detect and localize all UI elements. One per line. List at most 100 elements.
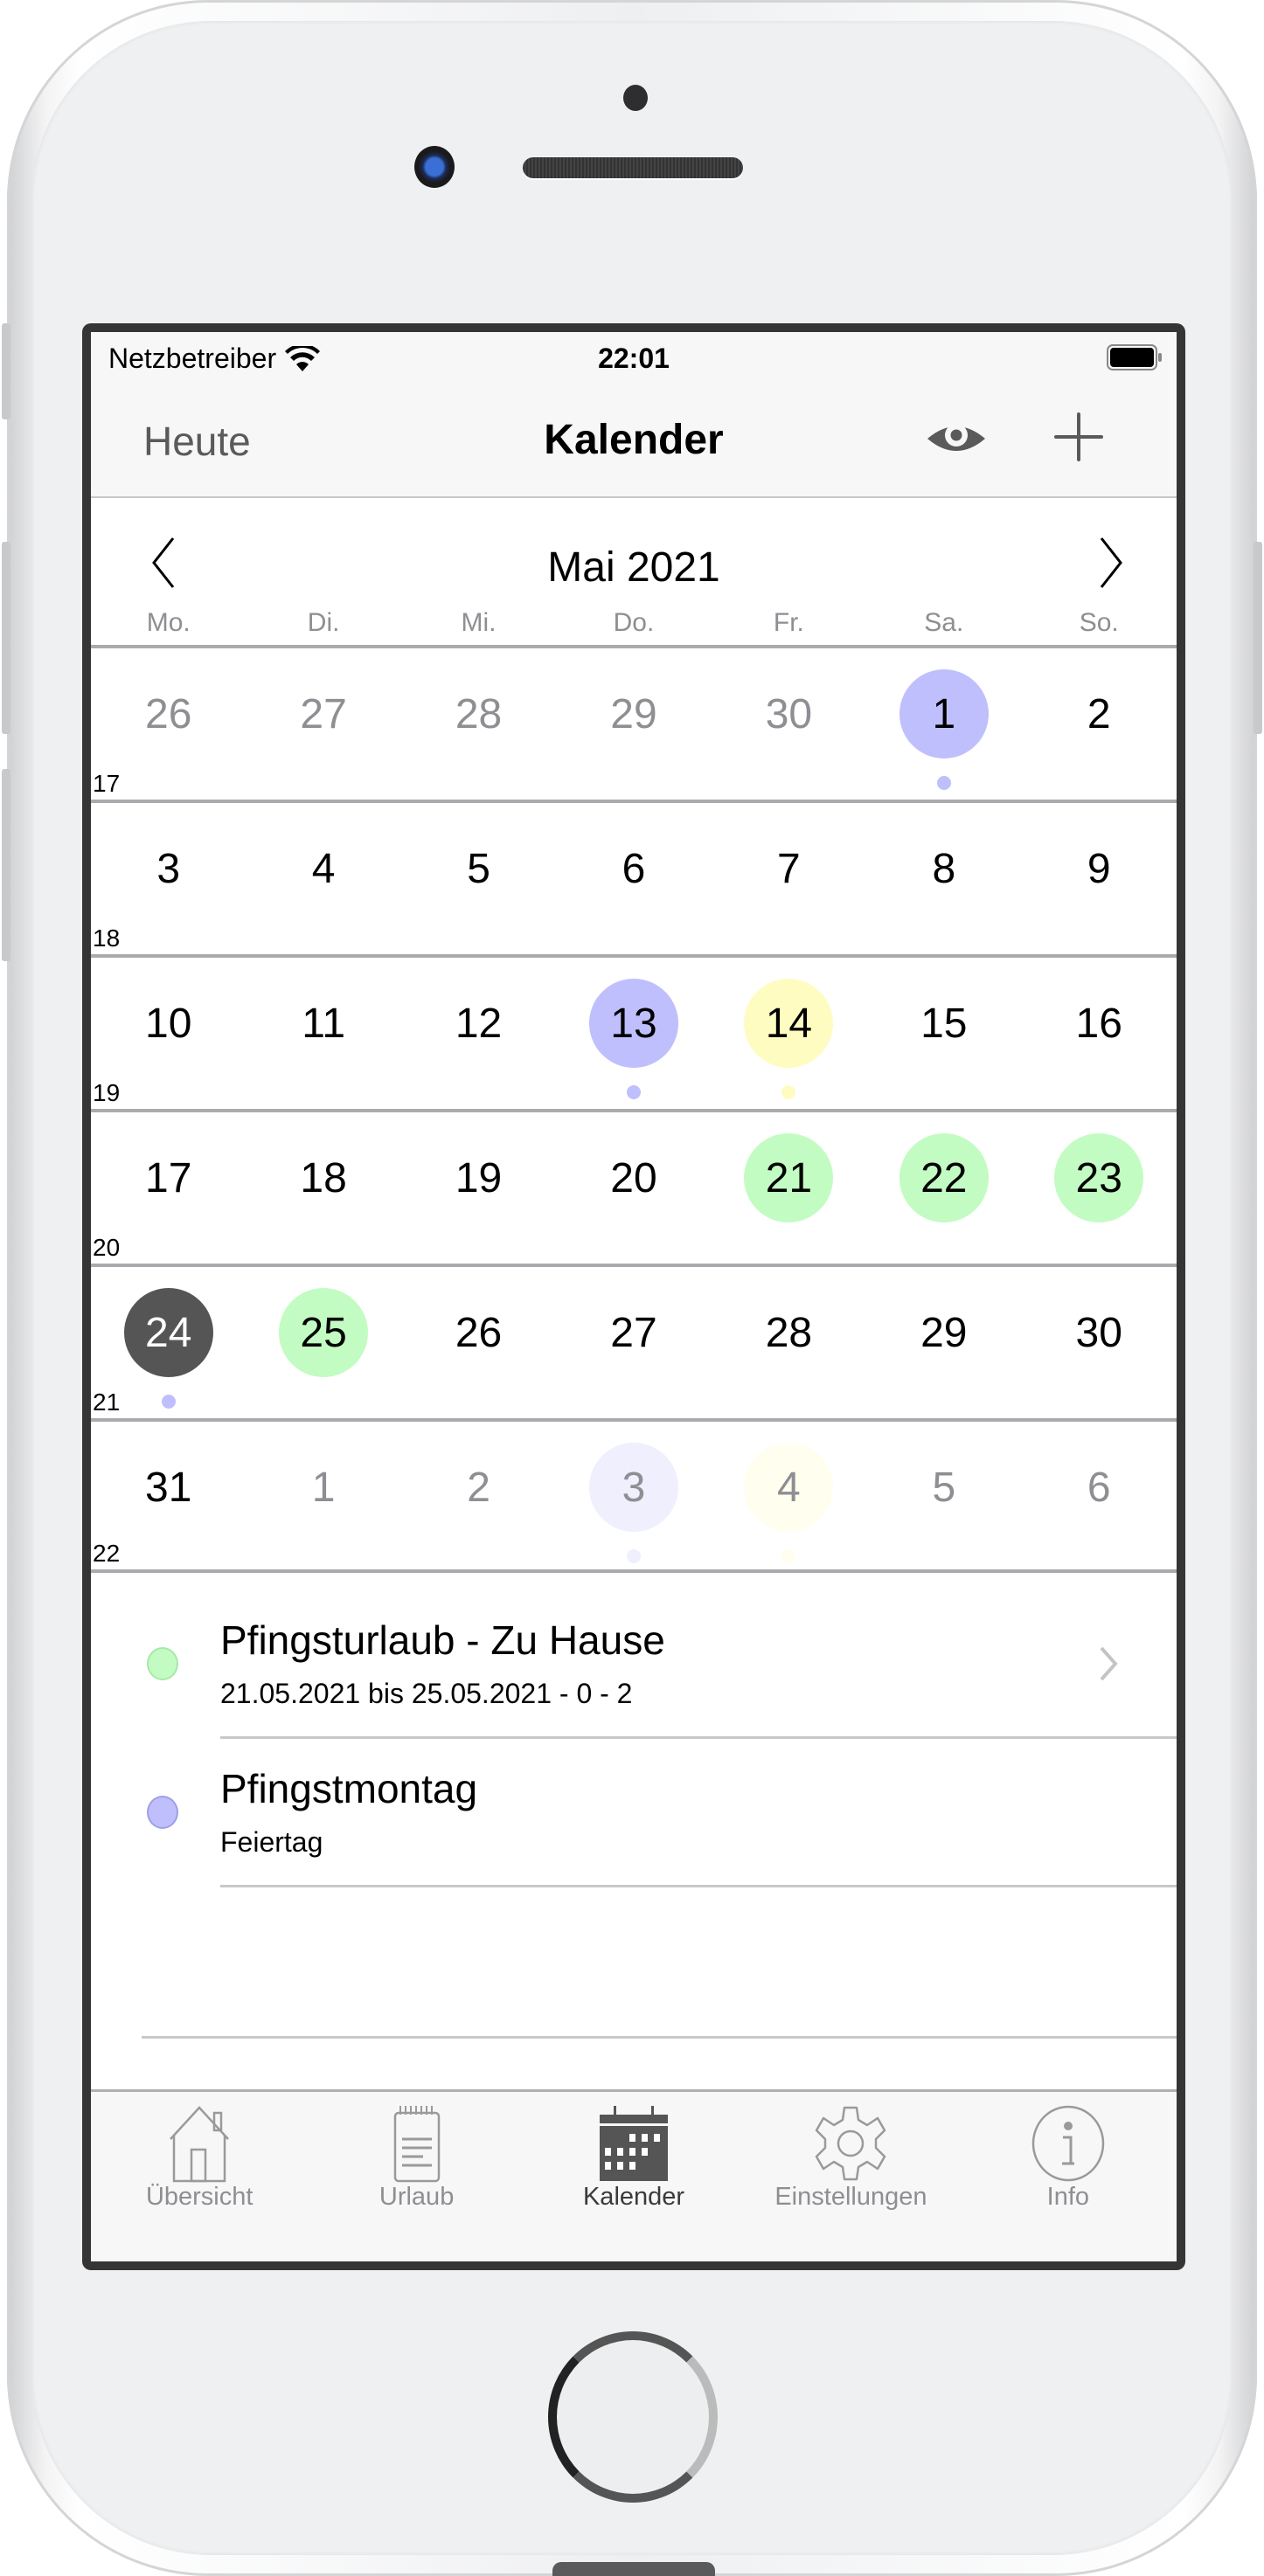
calendar-day[interactable]: 29 [866, 1267, 1021, 1418]
calendar-day[interactable]: 25 [246, 1267, 400, 1418]
today-button[interactable]: Heute [143, 418, 251, 465]
calendar-day[interactable]: 13 [556, 958, 711, 1109]
day-number: 30 [765, 690, 813, 737]
calendar-day[interactable]: 24 [91, 1267, 246, 1418]
event-subtitle: Feiertag [220, 1826, 323, 1858]
calendar-day[interactable]: 6 [1022, 1422, 1177, 1569]
calendar-day[interactable]: 19 [401, 1112, 556, 1264]
calendar-day[interactable]: 21 [712, 1112, 866, 1264]
chevron-right-icon[interactable] [1093, 535, 1128, 591]
gear-icon [816, 2106, 886, 2181]
calendar-day[interactable]: 3 [91, 803, 246, 954]
weekday-label: Mo. [146, 608, 191, 637]
calendar-day[interactable]: 30 [712, 648, 866, 800]
power-button [1254, 542, 1262, 734]
day-number: 4 [744, 1443, 834, 1532]
day-number: 25 [279, 1288, 369, 1377]
day-number: 9 [1087, 845, 1111, 892]
calendar-day[interactable]: 17 [91, 1112, 246, 1264]
status-bar: Netzbetreiber 22:01 [91, 332, 1177, 384]
calendar-day[interactable]: 7 [712, 803, 866, 954]
weekday-label: Di. [307, 608, 340, 637]
event-indicator-dot [161, 1395, 176, 1409]
weekday-header: Mo. Di. Mi. Do. Fr. Sa. So. [91, 605, 1177, 645]
calendar-day[interactable]: 1 [866, 648, 1021, 800]
day-number: 12 [455, 1000, 503, 1047]
calendar-day[interactable]: 4 [246, 803, 400, 954]
tab-label: Urlaub [379, 2183, 455, 2211]
day-number: 2 [1087, 690, 1111, 737]
calendar-day[interactable]: 29 [556, 648, 711, 800]
tab-urlaub[interactable]: Urlaub [308, 2092, 524, 2261]
month-title: Mai 2021 [547, 544, 720, 591]
calendar-day[interactable]: 5 [401, 803, 556, 954]
calendar-day[interactable]: 28 [712, 1267, 866, 1418]
day-number: 10 [145, 1000, 192, 1047]
calendar-week-row: 19 10 11 12 13 14 15 16 [91, 954, 1177, 1109]
calendar-day[interactable]: 11 [246, 958, 400, 1109]
event-list: Pfingsturlaub - Zu Hause 21.05.2021 bis 2… [91, 1590, 1177, 2039]
calendar-day[interactable]: 20 [556, 1112, 711, 1264]
day-number: 1 [899, 669, 989, 758]
calendar-day[interactable]: 27 [246, 648, 400, 800]
day-number: 21 [744, 1133, 834, 1222]
event-list-item[interactable]: Pfingsturlaub - Zu Hause 21.05.2021 bis 2… [91, 1590, 1177, 1739]
tab-info[interactable]: Info [960, 2092, 1177, 2261]
day-number: 5 [932, 1464, 956, 1511]
calendar-day[interactable]: 4 [712, 1422, 866, 1569]
calendar-grid: 17 26 27 28 29 30 1 2 18 3 4 5 6 7 8 9 19 10 11 12 13 14 15 16 2… [91, 645, 1177, 1573]
home-button[interactable] [548, 2331, 718, 2503]
event-color-dot [147, 1647, 178, 1680]
weekday-label: Do. [613, 608, 655, 637]
calendar-week-row: 20 17 18 19 20 21 22 23 [91, 1109, 1177, 1264]
calendar-day[interactable]: 3 [556, 1422, 711, 1569]
calendar-day[interactable]: 26 [401, 1267, 556, 1418]
calendar-day[interactable]: 26 [91, 648, 246, 800]
house-icon [170, 2106, 230, 2183]
calendar-day[interactable]: 31 [91, 1422, 246, 1569]
calendar-week-row: 18 3 4 5 6 7 8 9 [91, 800, 1177, 954]
day-number: 4 [311, 845, 336, 892]
calendar-day[interactable]: 23 [1022, 1112, 1177, 1264]
volume-up-button [2, 542, 10, 734]
list-separator [142, 2036, 1177, 2039]
day-number: 7 [777, 845, 801, 892]
event-subtitle: 21.05.2021 bis 25.05.2021 - 0 - 2 [220, 1678, 633, 1709]
calendar-day[interactable]: 6 [556, 803, 711, 954]
calendar-day[interactable]: 16 [1022, 958, 1177, 1109]
tab-kalender[interactable]: Kalender [525, 2092, 742, 2261]
event-title: Pfingsturlaub - Zu Hause [220, 1617, 665, 1663]
calendar-day[interactable]: 22 [866, 1112, 1021, 1264]
calendar-day[interactable]: 9 [1022, 803, 1177, 954]
calendar-day[interactable]: 28 [401, 648, 556, 800]
day-number: 11 [302, 1000, 346, 1047]
earpiece-speaker [523, 157, 743, 178]
tab-label: Übersicht [145, 2183, 253, 2211]
calendar-day[interactable]: 1 [246, 1422, 400, 1569]
day-number: 1 [311, 1464, 336, 1511]
tab-einstellungen[interactable]: Einstellungen [742, 2092, 959, 2261]
tab-bersicht[interactable]: Übersicht [91, 2092, 308, 2261]
tab-label: Info [1046, 2183, 1090, 2211]
day-number: 5 [467, 845, 490, 892]
notepad-icon [393, 2106, 440, 2183]
calendar-day[interactable]: 10 [91, 958, 246, 1109]
weekday-label: Mi. [461, 608, 497, 637]
day-number: 22 [899, 1133, 989, 1222]
calendar-day[interactable]: 12 [401, 958, 556, 1109]
calendar-day[interactable]: 30 [1022, 1267, 1177, 1418]
day-number: 3 [156, 845, 181, 892]
tab-label: Einstellungen [774, 2183, 927, 2211]
event-indicator-dot [626, 1085, 641, 1099]
calendar-day[interactable]: 8 [866, 803, 1021, 954]
calendar-day[interactable]: 15 [866, 958, 1021, 1109]
calendar-day[interactable]: 18 [246, 1112, 400, 1264]
event-list-item[interactable]: Pfingstmontag Feiertag [91, 1739, 1177, 1887]
calendar-day[interactable]: 5 [866, 1422, 1021, 1569]
calendar-day[interactable]: 14 [712, 958, 866, 1109]
eye-icon[interactable] [926, 421, 987, 456]
add-icon[interactable] [1052, 411, 1105, 463]
calendar-day[interactable]: 2 [1022, 648, 1177, 800]
calendar-day[interactable]: 27 [556, 1267, 711, 1418]
calendar-day[interactable]: 2 [401, 1422, 556, 1569]
